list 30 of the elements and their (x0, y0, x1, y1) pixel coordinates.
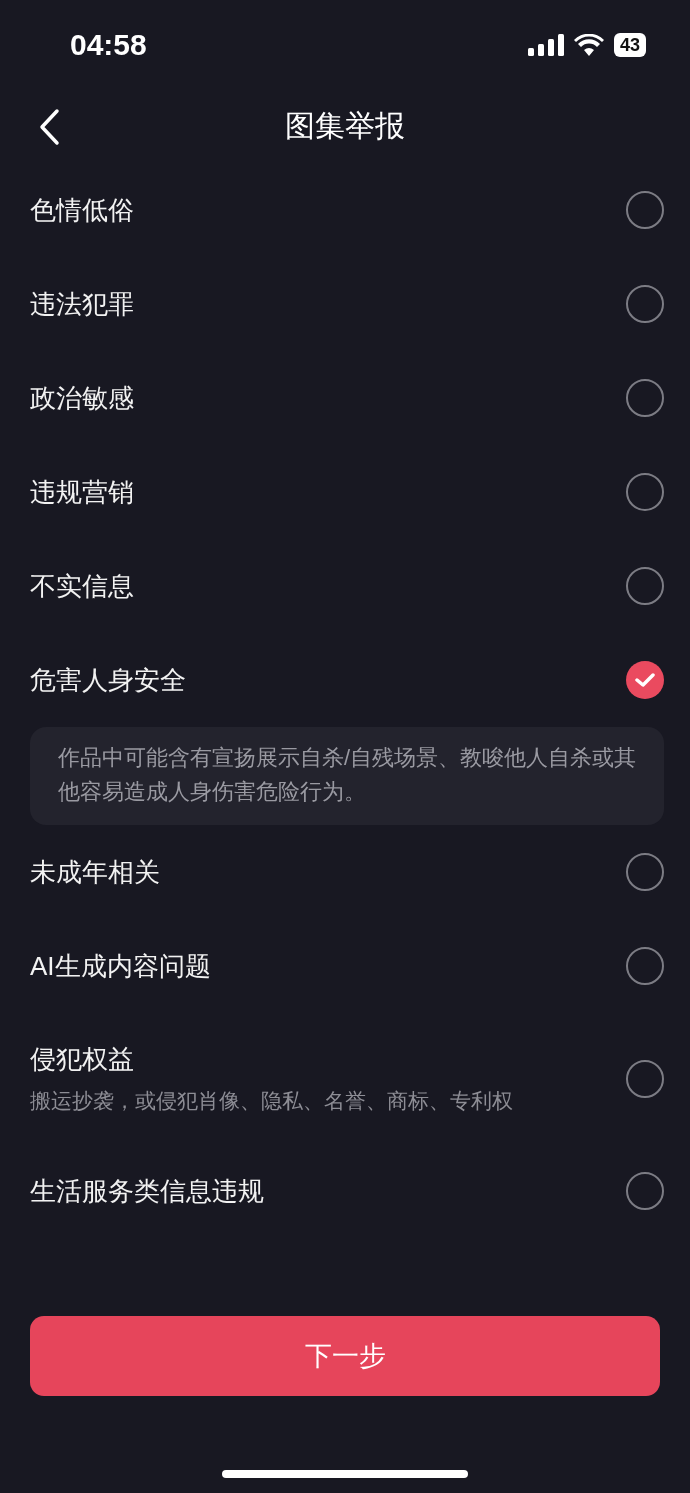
option-description: 作品中可能含有宣扬展示自杀/自残场景、教唆他人自杀或其他容易造成人身伤害危险行为。 (30, 727, 664, 825)
option-label: 政治敏感 (30, 381, 134, 415)
option-label: 未成年相关 (30, 855, 160, 889)
option-label: 不实信息 (30, 569, 134, 603)
radio-button[interactable] (626, 661, 664, 699)
page-title: 图集举报 (285, 108, 405, 144)
back-button[interactable] (38, 107, 60, 146)
radio-button[interactable] (626, 473, 664, 511)
radio-button[interactable] (626, 853, 664, 891)
wifi-icon (573, 34, 604, 56)
radio-button[interactable] (626, 191, 664, 229)
option-label: 色情低俗 (30, 193, 134, 227)
radio-button[interactable] (626, 1059, 664, 1098)
next-button[interactable]: 下一步 (30, 1316, 660, 1396)
radio-button[interactable] (626, 1172, 664, 1210)
option-label: AI生成内容问题 (30, 949, 211, 983)
option-subtitle: 搬运抄袭，或侵犯肖像、隐私、名誉、商标、专利权 (30, 1088, 513, 1114)
option-label: 违法犯罪 (30, 287, 134, 321)
battery-level: 43 (613, 33, 646, 57)
option-label: 危害人身安全 (30, 663, 186, 697)
check-icon (635, 672, 655, 688)
radio-button[interactable] (626, 947, 664, 985)
radio-button[interactable] (626, 567, 664, 605)
status-time: 04:58 (70, 28, 147, 62)
signal-icon (527, 34, 564, 56)
option-label: 生活服务类信息违规 (30, 1174, 264, 1208)
radio-button[interactable] (626, 379, 664, 417)
radio-button[interactable] (626, 285, 664, 323)
option-label: 违规营销 (30, 475, 134, 509)
option-label: 侵犯权益 (30, 1043, 135, 1076)
